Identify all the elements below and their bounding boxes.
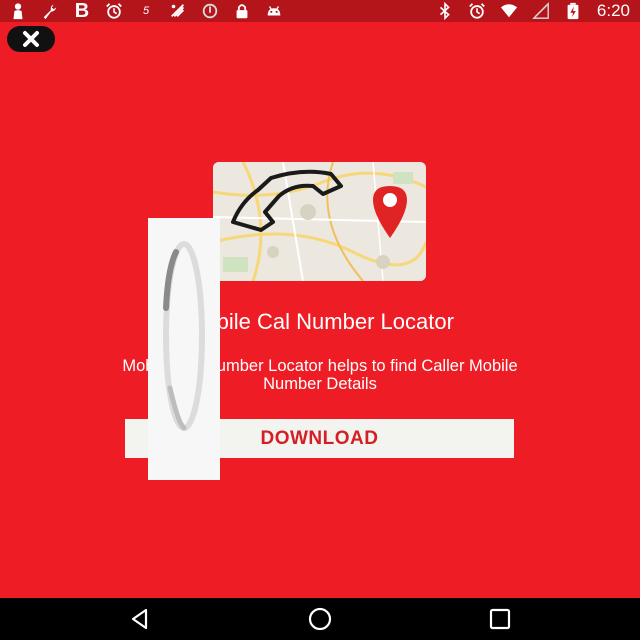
sync-icon bbox=[200, 1, 220, 21]
status-bar-right: 6:20 bbox=[435, 1, 630, 21]
back-icon bbox=[131, 608, 148, 630]
signal-icon bbox=[531, 1, 551, 21]
recents-icon bbox=[489, 608, 511, 630]
app-description-line-1: Mobile Cal Number Locator helps to find … bbox=[122, 357, 518, 375]
navigation-bar bbox=[0, 598, 640, 640]
app-description: Mobile Cal Number Locator helps to find … bbox=[20, 357, 620, 393]
wifi-icon bbox=[499, 1, 519, 21]
back-button[interactable] bbox=[50, 598, 230, 640]
home-icon bbox=[308, 607, 332, 631]
alarm-icon bbox=[467, 1, 487, 21]
five-icon: 5 bbox=[142, 5, 150, 17]
loading-spinner bbox=[148, 218, 220, 480]
lock-icon bbox=[232, 1, 252, 21]
alarm-icon bbox=[104, 1, 124, 21]
app-title: Mobile Cal Number Locator bbox=[186, 309, 454, 334]
app-description-line-2: Number Details bbox=[263, 375, 377, 393]
map-phone-icon bbox=[213, 162, 426, 281]
app-promo-image bbox=[213, 162, 426, 281]
person-icon bbox=[8, 1, 28, 21]
b-icon: B bbox=[74, 0, 90, 22]
close-button[interactable] bbox=[7, 26, 55, 52]
wrench-icon bbox=[40, 1, 60, 21]
recents-button[interactable] bbox=[410, 598, 590, 640]
network-icon bbox=[168, 1, 188, 21]
close-icon bbox=[23, 31, 39, 47]
status-bar-left: B 5 bbox=[8, 1, 284, 21]
spinner-icon bbox=[148, 218, 220, 480]
clock: 6:20 bbox=[596, 1, 630, 20]
android-icon bbox=[264, 1, 284, 21]
bluetooth-icon bbox=[435, 1, 455, 21]
status-bar: B 5 6:20 bbox=[0, 0, 640, 22]
battery-icon bbox=[563, 1, 583, 21]
home-button[interactable] bbox=[230, 598, 410, 640]
